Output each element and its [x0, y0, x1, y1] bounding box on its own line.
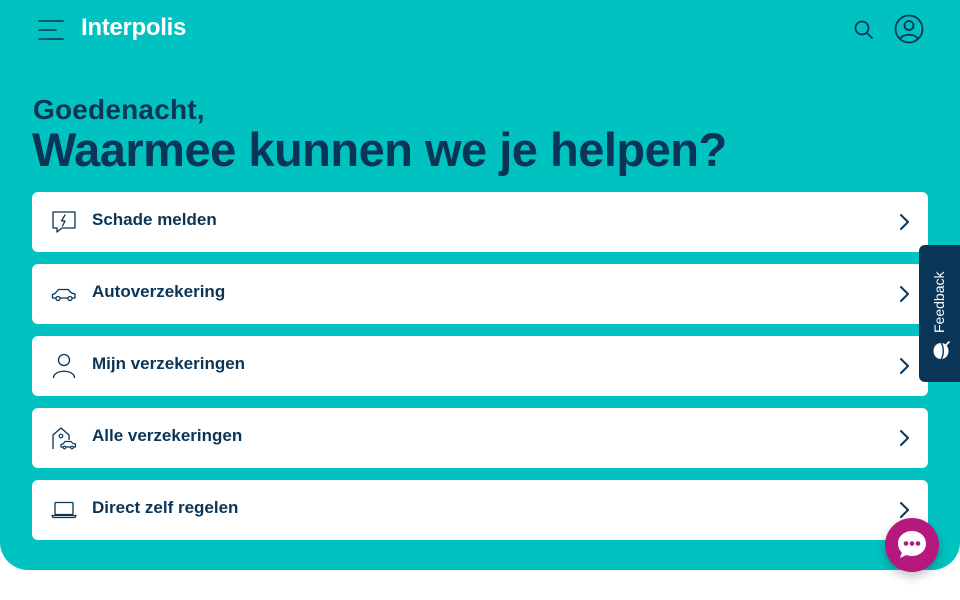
house-car-icon [50, 424, 78, 452]
chevron-right-icon [898, 500, 912, 520]
person-icon [50, 352, 78, 380]
hero-section: Interpolis Goedenacht, Waarmee kunnen we… [0, 0, 960, 570]
hamburger-menu-icon[interactable] [38, 18, 64, 42]
chevron-right-icon [898, 356, 912, 376]
menu-item-alle-verzekeringen[interactable]: Alle verzekeringen [32, 408, 928, 468]
menu-item-label: Mijn verzekeringen [92, 354, 246, 373]
menu-item-label: Autoverzekering [92, 282, 226, 301]
chevron-right-icon [898, 428, 912, 448]
menu-item-autoverzekering[interactable]: Autoverzekering [32, 264, 928, 324]
feedback-tab[interactable]: Feedback [919, 245, 960, 382]
feedback-icon [932, 341, 950, 361]
menu-item-direct-zelf-regelen[interactable]: Direct zelf regelen [32, 480, 928, 540]
menu-item-mijn-verzekeringen[interactable]: Mijn verzekeringen [32, 336, 928, 396]
chat-button[interactable] [885, 518, 939, 572]
chat-bubble-icon [898, 531, 926, 558]
page-headline: Waarmee kunnen we je helpen? [32, 123, 727, 176]
menu-item-schade-melden[interactable]: Schade melden [32, 192, 928, 252]
search-icon[interactable] [852, 18, 876, 42]
chevron-right-icon [898, 212, 912, 232]
interpolis-logo[interactable]: Interpolis [81, 14, 186, 42]
car-icon [50, 280, 78, 308]
menu-item-label: Alle verzekeringen [92, 426, 243, 445]
top-navigation-bar: Interpolis [0, 0, 960, 60]
feedback-label: Feedback [931, 271, 947, 333]
menu-item-label: Direct zelf regelen [92, 498, 239, 517]
chevron-right-icon [898, 284, 912, 304]
quick-actions-list: Schade melden Autoverzekering Mijn verze… [32, 192, 928, 552]
user-account-icon[interactable] [893, 13, 925, 45]
menu-item-label: Schade melden [92, 210, 217, 229]
laptop-icon [50, 496, 78, 524]
damage-report-icon [50, 208, 78, 236]
